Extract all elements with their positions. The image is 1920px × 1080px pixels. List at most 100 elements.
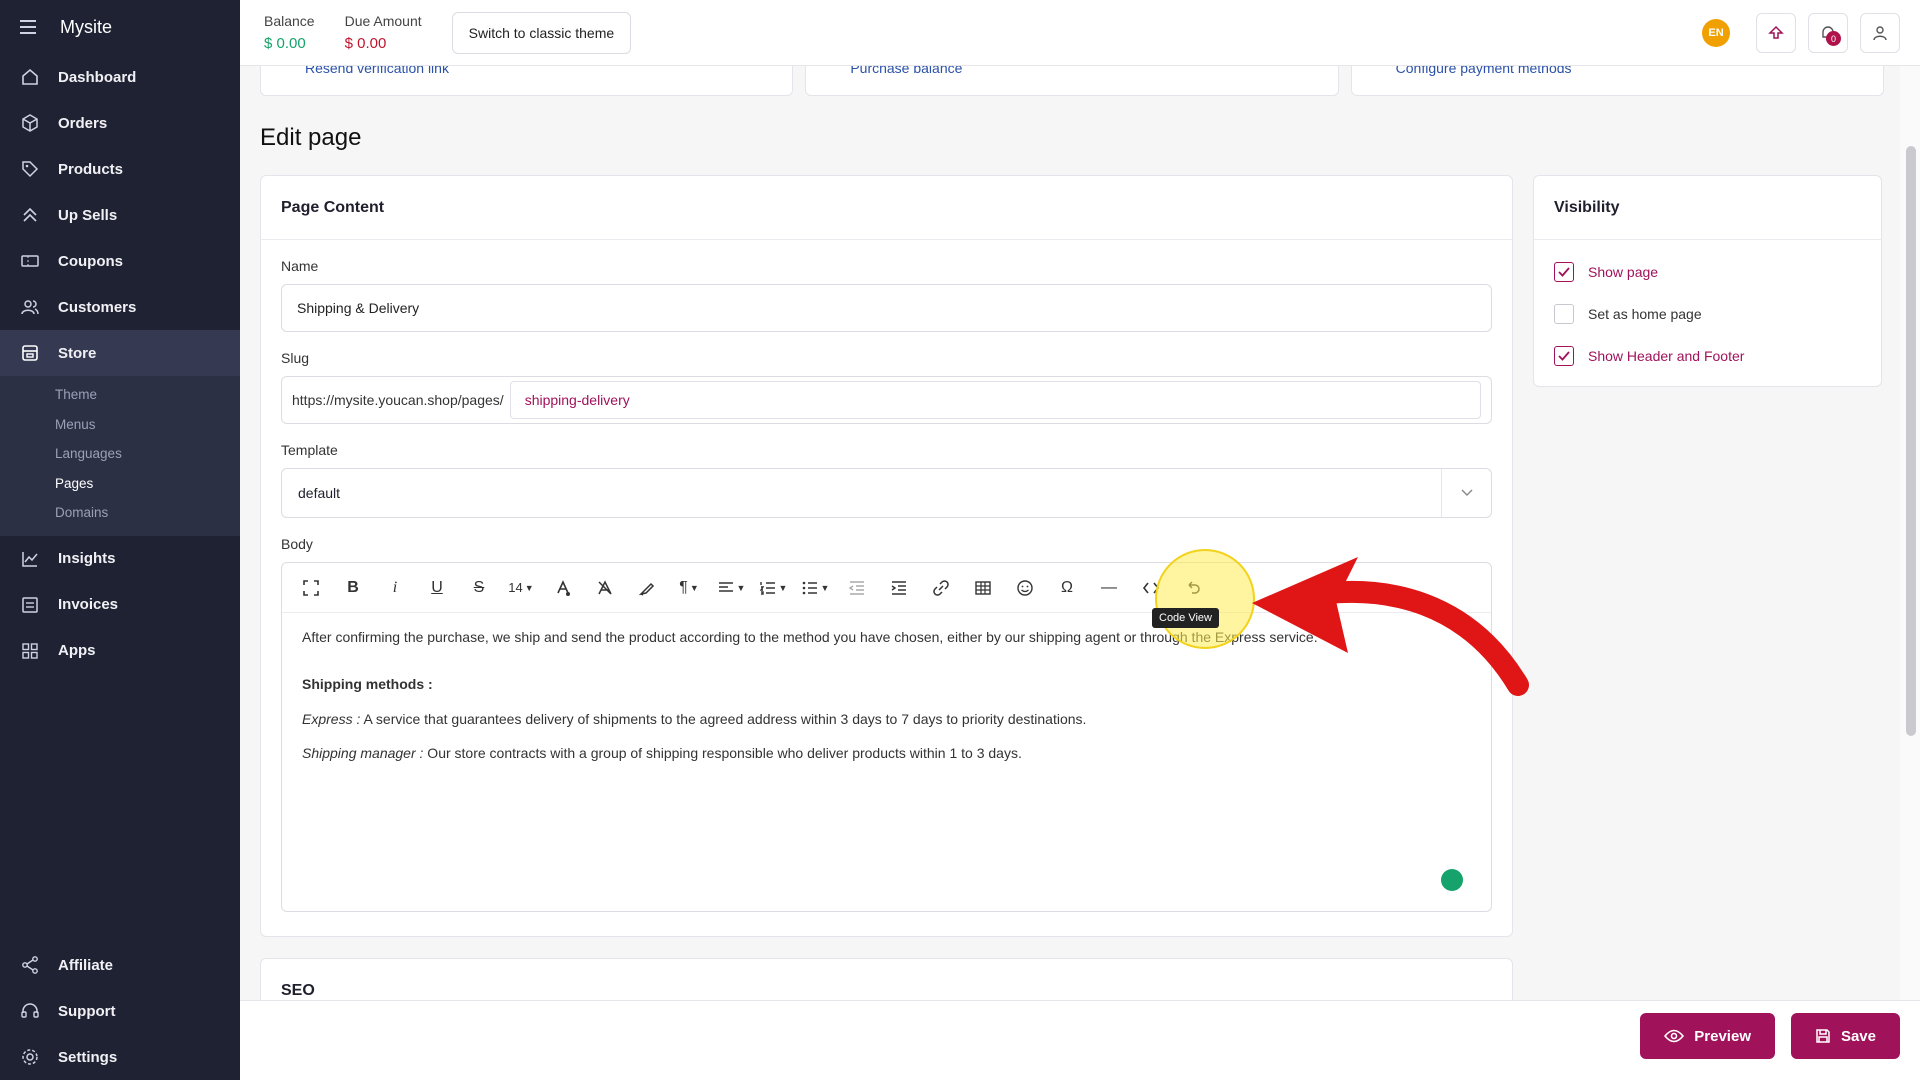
sidebar-item-coupons[interactable]: Coupons <box>0 238 240 284</box>
link-button[interactable] <box>924 572 958 604</box>
outdent-button[interactable] <box>840 572 874 604</box>
slug-input[interactable]: shipping-delivery <box>509 381 1481 419</box>
indent-button[interactable] <box>882 572 916 604</box>
text-color-button[interactable] <box>546 572 580 604</box>
sidebar-item-apps[interactable]: Apps <box>0 628 240 674</box>
due-amount-value: $ 0.00 <box>344 35 387 52</box>
slug-field: https://mysite.youcan.shop/pages/ shippi… <box>281 376 1492 424</box>
sidebar-item-label: Insights <box>58 550 116 567</box>
sidebar-item-invoices[interactable]: Invoices <box>0 582 240 628</box>
show-page-checkbox[interactable] <box>1554 262 1574 282</box>
sidebar: Mysite Dashboard Orders Products Up Sell… <box>0 0 240 1080</box>
sidebar-item-products[interactable]: Products <box>0 146 240 192</box>
bold-button[interactable]: B <box>336 572 370 604</box>
sidebar-item-label: Affiliate <box>58 956 114 974</box>
caret-down-icon: ▼ <box>736 582 746 593</box>
sidebar-item-up-sells[interactable]: Up Sells <box>0 192 240 238</box>
align-button[interactable]: ▼ <box>714 572 748 604</box>
invoice-icon <box>20 595 40 615</box>
table-button[interactable] <box>966 572 1000 604</box>
align-left-icon <box>717 579 735 597</box>
balance-stat: Balance $ 0.00 <box>264 13 315 52</box>
express-label: Express : <box>302 710 361 727</box>
font-size-dropdown[interactable]: 14 ▼ <box>504 572 538 604</box>
bullet-list-button[interactable]: ▼ <box>798 572 832 604</box>
seo-heading: SEO <box>281 982 315 999</box>
store-group: Store Theme Menus Languages Pages Domain… <box>0 330 240 536</box>
sidebar-subitem-pages[interactable]: Pages <box>0 469 240 499</box>
save-button[interactable]: Save <box>1790 1013 1900 1059</box>
shipping-manager-paragraph: Shipping manager : Our store contracts w… <box>302 745 1471 762</box>
sidebar-item-customers[interactable]: Customers <box>0 284 240 330</box>
topbar: Balance $ 0.00 Due Amount $ 0.00 Switch … <box>240 0 1920 66</box>
set-home-option[interactable]: Set as home page <box>1554 304 1881 324</box>
sidebar-bottom: Affiliate Support Settings <box>0 942 240 1080</box>
sidebar-item-support[interactable]: Support <box>0 988 240 1034</box>
sidebar-item-affiliate[interactable]: Affiliate <box>0 942 240 988</box>
sidebar-item-settings[interactable]: Settings <box>0 1034 240 1080</box>
strikethrough-button[interactable]: S <box>462 572 496 604</box>
show-header-footer-checkbox[interactable] <box>1554 346 1574 366</box>
switch-theme-button[interactable]: Switch to classic theme <box>451 11 632 54</box>
sidebar-item-label: Up Sells <box>58 206 118 224</box>
balance-label: Balance <box>264 13 315 29</box>
set-home-checkbox[interactable] <box>1554 304 1574 324</box>
sidebar-item-dashboard[interactable]: Dashboard <box>0 54 240 100</box>
horizontal-line-button[interactable]: — <box>1092 572 1126 604</box>
caret-down-icon: ▼ <box>820 582 830 593</box>
paragraph-button[interactable]: ¶ ▼ <box>672 572 706 604</box>
sidebar-item-label: Store <box>58 344 97 362</box>
clear-format-icon <box>596 579 614 597</box>
underline-button[interactable]: U <box>420 572 454 604</box>
highlight-button[interactable] <box>630 572 664 604</box>
emoji-button[interactable] <box>1008 572 1042 604</box>
show-page-option[interactable]: Show page <box>1554 262 1881 282</box>
ordered-list-button[interactable]: ▼ <box>756 572 790 604</box>
notifications-button[interactable]: 0 <box>1808 13 1848 53</box>
annotation-arrow-icon <box>1252 557 1529 696</box>
template-select[interactable]: default <box>281 468 1492 518</box>
ordered-list-icon <box>759 579 777 597</box>
notification-count: 0 <box>1826 31 1841 46</box>
chevron-down-icon <box>1441 469 1491 517</box>
sidebar-item-orders[interactable]: Orders <box>0 100 240 146</box>
page-scrollbar[interactable] <box>1900 66 1920 1000</box>
brand-name[interactable]: Mysite <box>60 17 112 38</box>
preview-button[interactable]: Preview <box>1640 1013 1775 1059</box>
font-color-icon <box>554 579 572 597</box>
language-badge[interactable]: EN <box>1702 19 1730 47</box>
profile-button[interactable] <box>1860 13 1900 53</box>
sidebar-item-label: Coupons <box>58 252 123 270</box>
upgrade-button[interactable] <box>1756 13 1796 53</box>
sidebar-subitem-menus[interactable]: Menus <box>0 410 240 440</box>
show-header-footer-option[interactable]: Show Header and Footer <box>1554 346 1881 366</box>
set-home-label: Set as home page <box>1588 306 1702 322</box>
express-paragraph: Express : A service that guarantees deli… <box>302 711 1471 728</box>
due-amount-stat: Due Amount $ 0.00 <box>345 13 422 52</box>
sidebar-item-store[interactable]: Store <box>0 330 240 376</box>
scroll-thumb[interactable] <box>1906 146 1916 736</box>
shipping-manager-label: Shipping manager : <box>302 745 424 762</box>
users-icon <box>20 297 40 317</box>
sidebar-subitem-languages[interactable]: Languages <box>0 439 240 469</box>
save-label: Save <box>1840 1027 1876 1045</box>
share-icon <box>20 955 40 975</box>
clear-format-button[interactable] <box>588 572 622 604</box>
sidebar-item-insights[interactable]: Insights <box>0 536 240 582</box>
bullet-list-icon <box>801 579 819 597</box>
sidebar-item-label: Support <box>58 1002 116 1020</box>
grammarly-icon[interactable] <box>1441 869 1463 891</box>
sidebar-subitem-theme[interactable]: Theme <box>0 380 240 410</box>
sidebar-subitem-domains[interactable]: Domains <box>0 498 240 528</box>
special-char-button[interactable]: Ω <box>1050 572 1084 604</box>
name-input[interactable]: Shipping & Delivery <box>281 284 1492 332</box>
ticket-icon <box>20 251 40 271</box>
hamburger-icon[interactable] <box>20 20 36 34</box>
main-content: Resend verification link Purchase balanc… <box>240 0 1900 1080</box>
fullscreen-button[interactable] <box>294 572 328 604</box>
brand: Mysite <box>0 0 240 54</box>
caret-down-icon: ▼ <box>524 582 534 593</box>
link-icon <box>932 579 950 597</box>
italic-button[interactable]: i <box>378 572 412 604</box>
footer-action-bar: Preview Save <box>240 1000 1920 1080</box>
